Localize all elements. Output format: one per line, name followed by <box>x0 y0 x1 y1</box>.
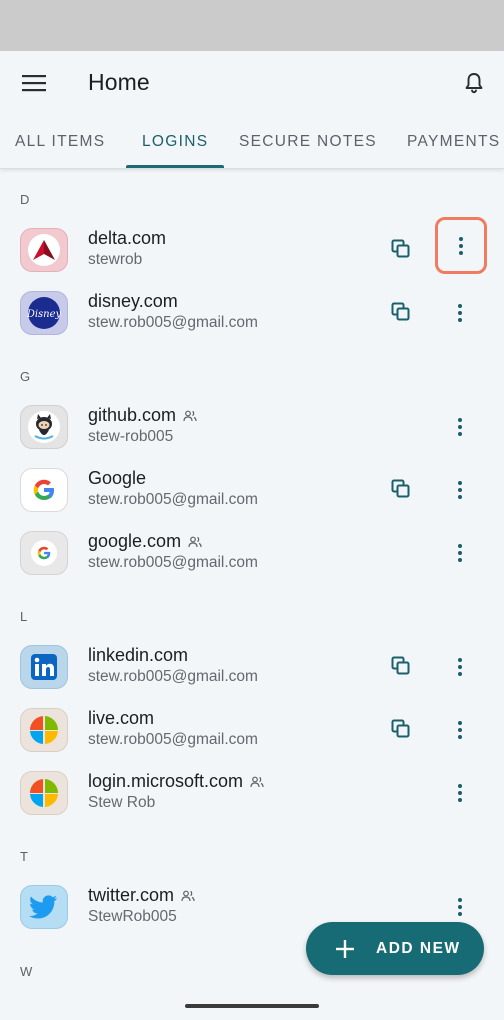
tab-payments[interactable]: PAYMENTS <box>407 115 500 168</box>
add-new-button[interactable]: ADD NEW <box>306 922 484 975</box>
svg-text:Disney: Disney <box>27 309 61 320</box>
item-subtitle: stew.rob005@gmail.com <box>88 491 258 508</box>
more-options-button[interactable] <box>437 532 483 574</box>
list-item-linkedin[interactable]: linkedin.com stew.rob005@gmail.com <box>0 637 504 700</box>
category-tabs: ALL ITEMS LOGINS SECURE NOTES PAYMENTS <box>0 115 504 169</box>
item-title: twitter.com <box>88 885 195 906</box>
disney-logo-icon: Disney <box>20 291 68 335</box>
more-vertical-icon <box>458 544 462 562</box>
item-title: live.com <box>88 708 155 728</box>
more-options-button[interactable] <box>437 292 483 334</box>
shared-users-icon <box>183 410 197 422</box>
item-title: delta.com <box>88 228 167 248</box>
item-subtitle: stew-rob005 <box>88 428 174 445</box>
home-gesture-bar[interactable] <box>185 1004 319 1008</box>
item-title: google.com <box>88 531 202 552</box>
copy-button[interactable] <box>386 714 416 744</box>
twitter-logo-icon <box>20 885 68 929</box>
item-title: github.com <box>88 405 197 426</box>
add-new-label: ADD NEW <box>376 939 461 957</box>
copy-icon <box>391 719 410 738</box>
delta-logo-icon <box>20 228 68 272</box>
item-subtitle: stew.rob005@gmail.com <box>88 731 258 748</box>
section-header-l: L <box>20 609 28 624</box>
item-title: Google <box>88 468 147 488</box>
page-title: Home <box>88 69 150 95</box>
section-header-t: T <box>20 849 29 864</box>
shared-users-icon <box>181 890 195 902</box>
more-vertical-icon <box>459 236 463 255</box>
plus-icon <box>334 938 356 960</box>
google-logo-icon <box>20 531 68 575</box>
copy-button[interactable] <box>386 474 416 504</box>
menu-button[interactable] <box>16 65 52 101</box>
section-header-d: D <box>20 192 30 207</box>
list-item-login-microsoft[interactable]: login.microsoft.com Stew Rob <box>0 763 504 826</box>
copy-button[interactable] <box>386 651 416 681</box>
logins-list: D delta.com stewrob Disney disney.com st… <box>0 170 504 1020</box>
more-options-button[interactable] <box>437 709 483 751</box>
item-subtitle: stewrob <box>88 251 143 268</box>
tab-logins[interactable]: LOGINS <box>142 115 208 168</box>
item-title: disney.com <box>88 291 178 311</box>
linkedin-logo-icon <box>20 645 68 689</box>
tab-secure-notes[interactable]: SECURE NOTES <box>239 115 377 168</box>
list-item-google-com[interactable]: google.com stew.rob005@gmail.com <box>0 523 504 586</box>
list-item-live[interactable]: live.com stew.rob005@gmail.com <box>0 700 504 763</box>
active-tab-indicator <box>126 165 224 168</box>
status-bar <box>0 0 504 51</box>
copy-icon <box>391 479 410 498</box>
item-subtitle: stew.rob005@gmail.com <box>88 554 258 571</box>
section-header-w: W <box>20 964 33 979</box>
shared-users-icon <box>250 776 264 788</box>
list-item-disney[interactable]: Disney disney.com stew.rob005@gmail.com <box>0 283 504 346</box>
list-item-google[interactable]: Google stew.rob005@gmail.com <box>0 460 504 523</box>
microsoft-logo-icon <box>20 708 68 752</box>
app-bar: Home <box>0 51 504 115</box>
more-vertical-icon <box>458 481 462 499</box>
more-vertical-icon <box>458 418 462 436</box>
hamburger-menu-icon <box>22 75 46 92</box>
more-options-button[interactable] <box>437 406 483 448</box>
more-options-button[interactable] <box>437 646 483 688</box>
more-options-button[interactable] <box>437 772 483 814</box>
item-subtitle: stew.rob005@gmail.com <box>88 314 258 331</box>
more-vertical-icon <box>458 304 462 322</box>
item-subtitle: StewRob005 <box>88 908 177 925</box>
more-vertical-icon <box>458 721 462 739</box>
item-title: login.microsoft.com <box>88 771 264 792</box>
list-item-delta[interactable]: delta.com stewrob <box>0 217 504 283</box>
bell-icon <box>465 73 483 94</box>
more-vertical-icon <box>458 898 462 916</box>
item-subtitle: Stew Rob <box>88 794 156 811</box>
github-logo-icon <box>20 405 68 449</box>
copy-button[interactable] <box>386 297 416 327</box>
notifications-button[interactable] <box>456 65 492 101</box>
google-logo-icon <box>20 468 68 512</box>
microsoft-logo-icon <box>20 771 68 815</box>
item-title: linkedin.com <box>88 645 189 665</box>
shared-users-icon <box>188 536 202 548</box>
tab-all-items[interactable]: ALL ITEMS <box>15 115 105 168</box>
list-item-github[interactable]: github.com stew-rob005 <box>0 397 504 460</box>
item-subtitle: stew.rob005@gmail.com <box>88 668 258 685</box>
copy-icon <box>391 656 410 675</box>
more-options-button[interactable] <box>437 469 483 511</box>
more-vertical-icon <box>458 784 462 802</box>
more-options-button[interactable] <box>435 217 487 274</box>
section-header-g: G <box>20 369 31 384</box>
copy-icon <box>391 239 410 258</box>
more-vertical-icon <box>458 658 462 676</box>
copy-icon <box>391 302 410 321</box>
copy-button[interactable] <box>386 234 416 264</box>
